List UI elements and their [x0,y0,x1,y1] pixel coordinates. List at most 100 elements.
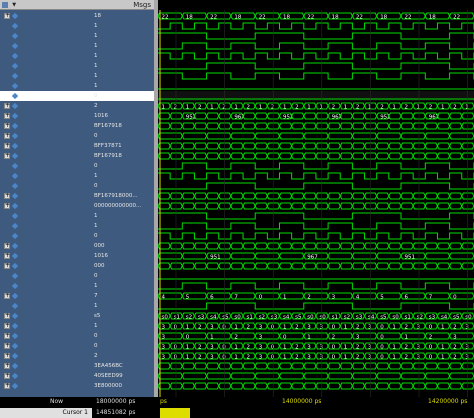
bus-segment [351,382,366,390]
signal-row[interactable]: +y0_j_out_dft4 [0,371,92,381]
signal-row[interactable]: acr_dft4 [0,51,92,61]
signal-row[interactable]: sel_input [0,211,92,221]
signal-row[interactable]: acr_dft3 [0,41,92,51]
signal-icon [11,82,19,90]
expand-icon[interactable]: + [4,123,10,129]
signal-icon [11,292,19,300]
expand-icon[interactable]: + [4,293,10,299]
signal-icon [11,322,19,330]
signal-row[interactable]: ci [0,71,92,81]
expand-icon[interactable]: + [4,103,10,109]
signal-row[interactable]: +addr_dft4 [0,321,92,331]
signal-row[interactable]: start_cnt_load [0,281,92,291]
pane-menu-arrow-icon[interactable]: ▼ [12,0,16,10]
pane-menu-icon[interactable] [2,2,8,8]
signal-row[interactable]: wren_sig [0,161,92,171]
expand-icon[interactable]: + [4,373,10,379]
signal-row[interactable]: +y1_j_out_dft4 [0,361,92,371]
signal-row[interactable]: load_stg_s [0,231,92,241]
status-footer: Now 18000000 ps Cursor 1 14851082 ps ps … [0,397,474,418]
bus-value-label: 1 [441,325,445,331]
bus-segment [291,202,305,210]
signal-row[interactable]: fft_complete_si... [0,271,92,281]
signal-row[interactable]: +ram_in_imag [0,131,92,141]
expand-icon[interactable]: + [4,13,10,19]
expand-icon[interactable]: + [4,243,10,249]
signal-row[interactable]: acr_cnt_1024_s [0,91,92,101]
bus-value-label: 2 [453,105,457,111]
bus-segment [327,262,341,270]
bit-waveform [158,52,474,60]
expand-icon[interactable]: + [4,353,10,359]
cursor-marker[interactable] [160,408,190,418]
bus-segment [351,122,366,130]
signal-row[interactable]: acr_cnt_1024 [0,81,92,91]
signal-row[interactable]: +window_cnt [0,261,92,271]
signal-row[interactable]: +cnt_1024 [0,241,92,251]
signal-row[interactable]: sel_input_signal [0,221,92,231]
signal-row[interactable]: acr_dft2 [0,31,92,41]
signal-row[interactable]: +addr_input_stage [0,251,92,261]
bus-segment [206,132,232,140]
bus-segment [303,192,317,200]
signal-value: 1 [94,33,98,39]
signal-row[interactable]: dkien [0,171,92,181]
signal-row[interactable]: +d_j [0,151,92,161]
bus-value-label: 3 [210,345,214,351]
bus-value-label: 1 [392,355,396,361]
signal-row[interactable]: pipo_reset [0,61,92,71]
bus-value-label: 0 [174,325,178,331]
signal-row[interactable]: +addr_dft1 [0,351,92,361]
bus-segment [206,112,220,120]
signal-row[interactable]: addr_cnt_addr [0,301,92,311]
timeline-tick-0: ps [160,398,167,405]
signal-row[interactable]: +addr_coe [0,11,92,21]
bus-segment [181,192,196,200]
expand-icon[interactable]: + [4,203,10,209]
signal-row[interactable]: +y1_j_out_dft3 [0,381,92,391]
signal-row[interactable]: +addr_dft3 [0,331,92,341]
bus-segment [327,202,341,210]
bus-segment [436,242,451,250]
bus-value-label: s3 [356,315,363,321]
signal-row[interactable]: load_stg [0,181,92,191]
expand-icon[interactable]: + [4,153,10,159]
bus-value-label: 1 [283,355,287,361]
bus-segment [351,192,366,200]
expand-icon[interactable]: + [4,323,10,329]
signal-row[interactable]: acr_dft1 [0,21,92,31]
cursor-label[interactable]: Cursor 1 [0,408,92,418]
expand-icon[interactable]: + [4,343,10,349]
signal-row[interactable]: +stage [0,101,92,111]
expand-icon[interactable]: + [4,363,10,369]
signal-row[interactable]: +addr_dft2 [0,341,92,351]
signal-value: 1 [94,283,98,289]
expand-icon[interactable]: + [4,133,10,139]
expand-icon[interactable]: + [4,143,10,149]
bus-segment [291,262,305,270]
expand-icon[interactable]: + [4,313,10,319]
signal-row[interactable]: +x_r_out [0,191,92,201]
signal-row[interactable]: +d_i [0,141,92,151]
expand-icon[interactable]: + [4,333,10,339]
expand-icon[interactable]: + [4,193,10,199]
expand-icon[interactable]: + [4,113,10,119]
signal-icon [11,12,19,20]
expand-icon[interactable]: + [4,383,10,389]
signal-row[interactable]: +state [0,311,92,321]
bus-segment [254,382,268,390]
bus-segment [424,122,439,130]
bus-value-label: 2 [198,345,202,351]
signal-row[interactable]: +q_i_out [0,201,92,211]
signal-row[interactable]: +ram_in_real [0,121,92,131]
expand-icon[interactable]: + [4,263,10,269]
waveform-canvas[interactable]: 22 18 22 18 22 18 22 18 22 18 22 18 221 2 1 2 1 2 1 2 1 2 1 2 1 1… [158,0,474,418]
signal-row[interactable]: +counter_load [0,291,92,301]
timeline-tick-1: 14000000 ps [282,398,322,405]
bus-segment [388,122,402,130]
signal-row[interactable]: +address_sig [0,111,92,121]
expand-icon[interactable]: + [4,253,10,259]
bus-value-label: 5 [186,295,190,301]
